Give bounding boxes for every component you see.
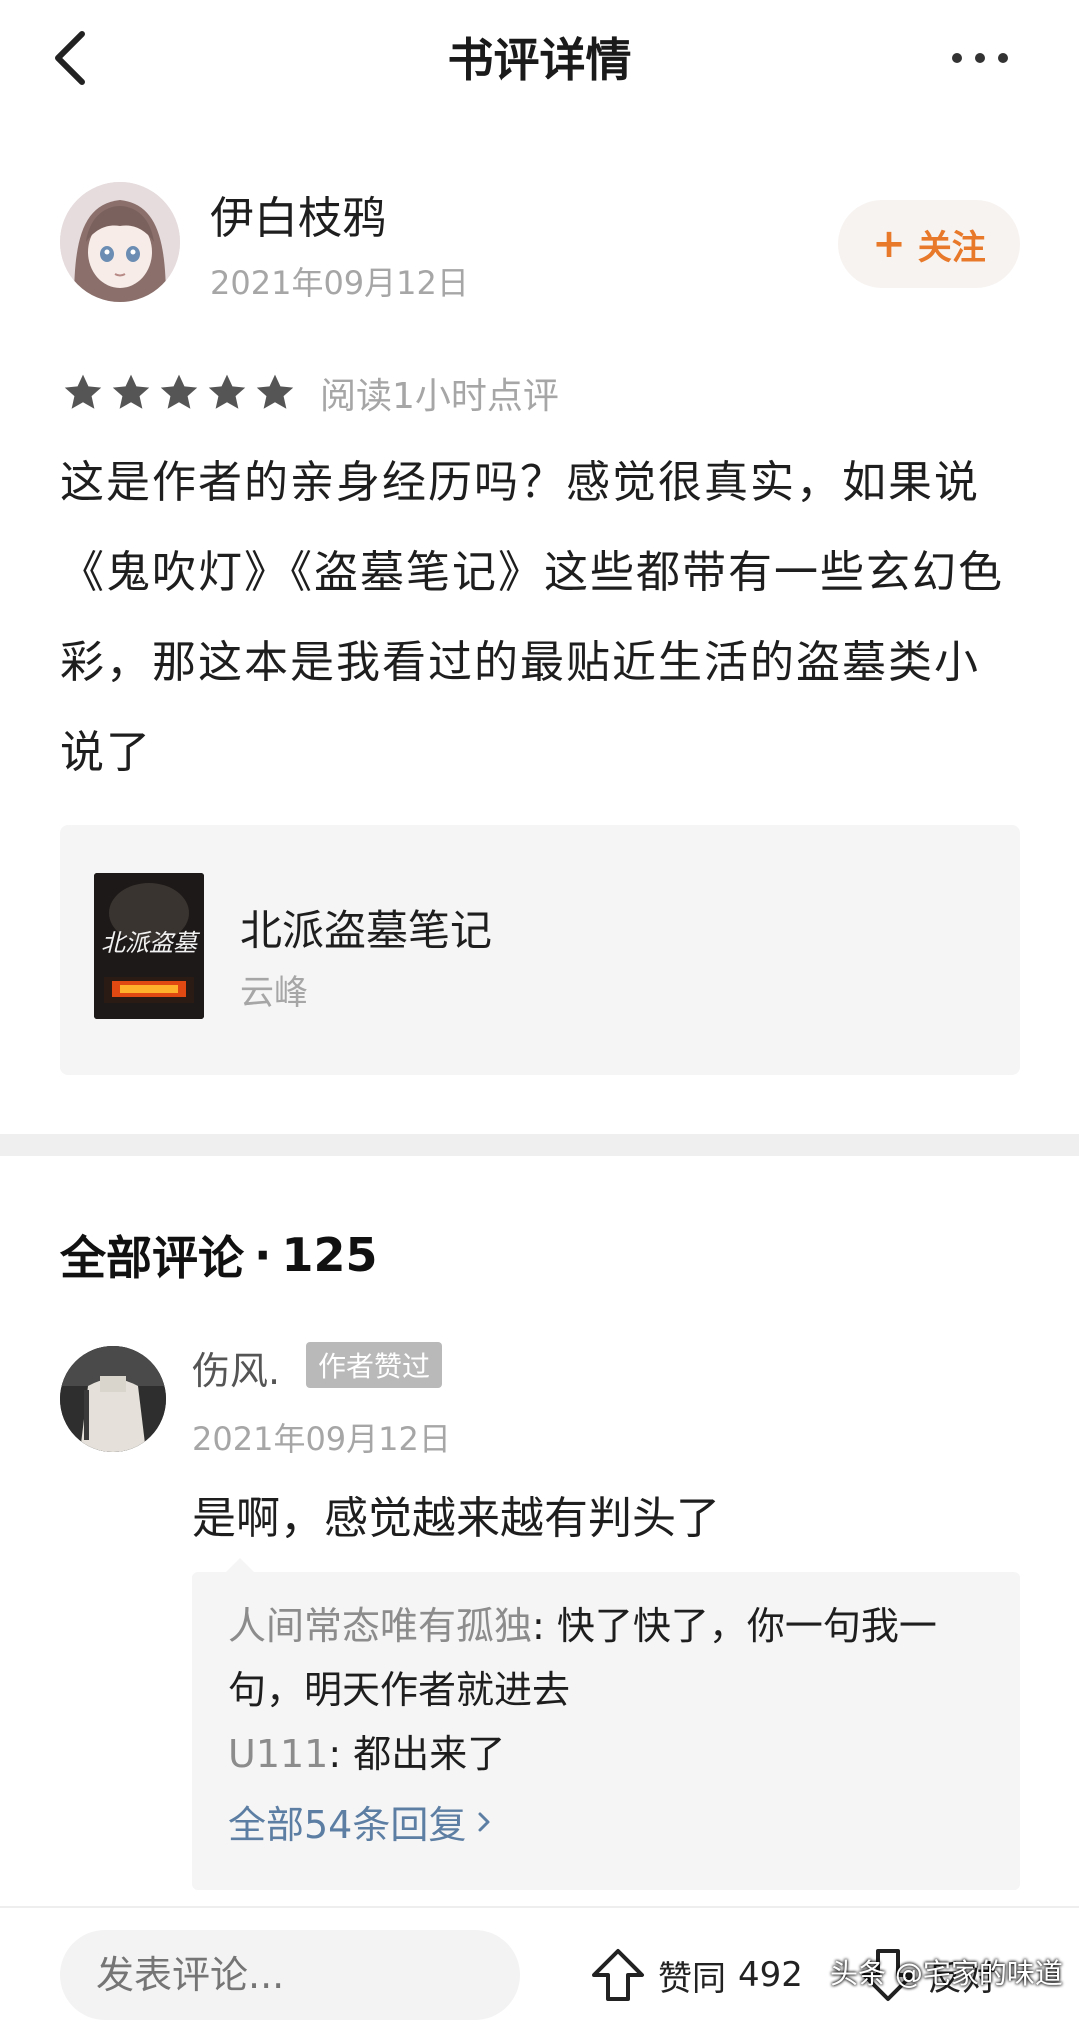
commenter-name[interactable]: 伤风. (192, 1340, 280, 1395)
book-cover-text: 北派盗墓 (101, 929, 201, 957)
like-label: 赞同 (658, 1958, 726, 1999)
reply-item[interactable]: U111: 都出来了 (228, 1722, 988, 1786)
star-icon (64, 374, 102, 409)
comments-heading: 全部评论 · 125 (60, 1222, 378, 1288)
like-count: 492 (738, 1955, 803, 1995)
watermark-text: 头条 @宅家的味道 (830, 1957, 1063, 1990)
watermark: 头条 @宅家的味道 (830, 1952, 1063, 1992)
chevron-right-icon (478, 1812, 490, 1831)
follow-button[interactable]: + 关注 (838, 200, 1020, 288)
comment-text[interactable]: 是啊，感觉越来越有判头了 (192, 1482, 720, 1546)
section-divider (0, 1134, 1079, 1156)
review-date: 2021年09月12日 (210, 264, 469, 302)
book-cover: 北派盗墓 (94, 873, 204, 1019)
reply-user[interactable]: 人间常态唯有孤独 (228, 1604, 532, 1648)
top-bar: 书评详情 (0, 0, 1079, 118)
rating-note: 阅读1小时点评 (320, 376, 559, 417)
follow-label: 关注 (917, 227, 986, 268)
star-icon (208, 374, 246, 409)
separator-dot: · (254, 1228, 272, 1282)
comment-date: 2021年09月12日 (192, 1420, 451, 1458)
reply-item[interactable]: 人间常态唯有孤独: 快了快了，你一句我一句，明天作者就进去 (228, 1594, 988, 1722)
star-icon (256, 374, 294, 409)
plus-icon: + (872, 221, 906, 267)
rating-row: 阅读1小时点评 (62, 368, 559, 418)
book-title: 北派盗墓笔记 (240, 906, 493, 955)
page-title: 书评详情 (447, 33, 632, 87)
more-options-icon[interactable] (952, 44, 1008, 72)
star-icon (112, 374, 150, 409)
replies-notch (226, 1558, 254, 1572)
reply-text: 都出来了 (353, 1732, 506, 1776)
reply-user[interactable]: U111 (228, 1732, 328, 1776)
comments-heading-label: 全部评论 (60, 1231, 244, 1285)
star-icon (160, 374, 198, 409)
view-all-replies-link[interactable]: 全部54条回复 (228, 1794, 494, 1849)
commenter-avatar[interactable] (60, 1346, 166, 1452)
book-card[interactable]: 北派盗墓 北派盗墓笔记 云峰 (60, 825, 1020, 1075)
replies-box[interactable]: 人间常态唯有孤独: 快了快了，你一句我一句，明天作者就进去 U111: 都出来了… (192, 1558, 1020, 1890)
book-author: 云峰 (240, 973, 308, 1013)
review-text: 这是作者的亲身经历吗？感觉很真实，如果说《鬼吹灯》《盗墓笔记》这些都带有一些玄幻… (60, 457, 1004, 778)
author-liked-badge: 作者赞过 (306, 1342, 443, 1388)
like-button[interactable]: 赞同 492 (590, 1940, 803, 2010)
comments-count: 125 (281, 1228, 378, 1282)
view-all-replies-label: 全部54条回复 (228, 1803, 467, 1847)
thumb-up-arrow-icon (592, 1949, 644, 2001)
comment-input[interactable] (60, 1930, 520, 2020)
reviewer-name[interactable]: 伊白枝鸦 (210, 182, 386, 246)
reviewer-avatar[interactable] (60, 182, 180, 302)
